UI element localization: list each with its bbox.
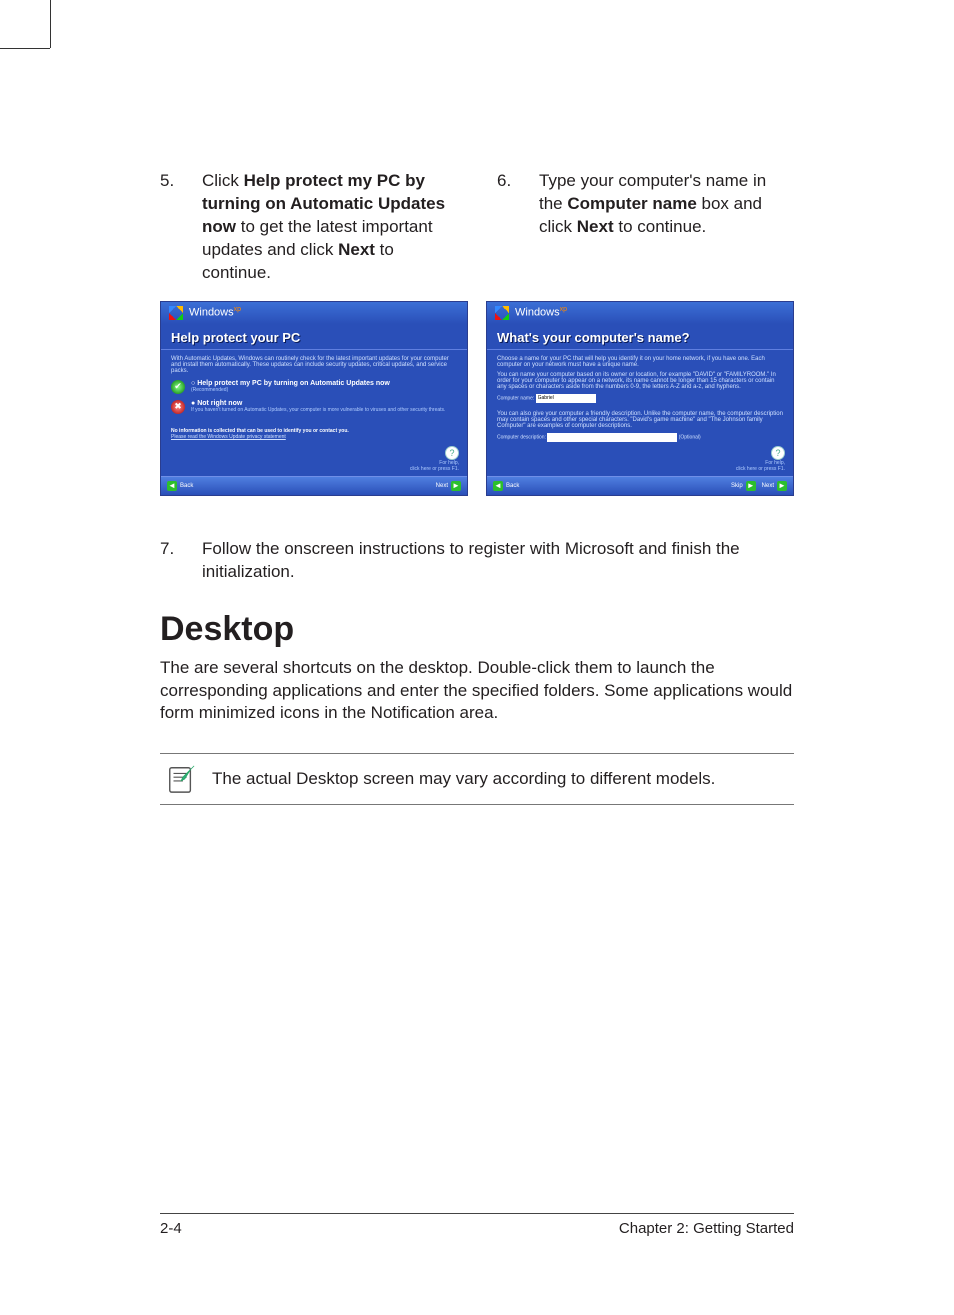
next-button[interactable]: Next► <box>436 481 461 491</box>
help-hint[interactable]: ? For help, click here or press F1. <box>410 446 459 472</box>
option-not-now[interactable]: ✖ ● Not right now If you haven't turned … <box>171 400 457 414</box>
step-number: 5. <box>160 170 202 285</box>
shield-x-icon: ✖ <box>171 400 185 414</box>
brand: Windowsxp <box>189 306 241 319</box>
back-button[interactable]: ◄Back <box>167 481 193 491</box>
section-body: The are several shortcuts on the desktop… <box>160 657 794 726</box>
brand: Windowsxp <box>515 306 567 319</box>
bold-text: Computer name <box>567 194 696 213</box>
question-icon: ? <box>445 446 459 460</box>
wizard-footer: ◄Back Skip► Next► <box>487 476 793 495</box>
help-text: click here or press F1. <box>736 466 785 472</box>
step-text: Type your computer's name in the Compute… <box>539 170 794 285</box>
titlebar: Windowsxp <box>161 302 467 324</box>
page-number: 2-4 <box>160 1220 182 1237</box>
screenshot-computer-name: Windowsxp What's your computer's name? C… <box>486 301 794 496</box>
crop-mark-v <box>50 0 51 48</box>
computer-desc-row: Computer description: (Optional) <box>497 433 783 442</box>
arrow-left-icon: ◄ <box>493 481 503 491</box>
text: to get the latest important updates and … <box>202 217 433 259</box>
option-title: ○ Help protect my PC by turning on Autom… <box>191 380 390 387</box>
arrow-right-icon: ► <box>451 481 461 491</box>
text: Click <box>202 171 244 190</box>
page-content: 5. Click Help protect my PC by turning o… <box>0 0 954 805</box>
wizard-heading: What's your computer's name? <box>487 324 793 350</box>
bold-text: Next <box>577 217 614 236</box>
next-button[interactable]: Next► <box>762 481 787 491</box>
titlebar: Windowsxp <box>487 302 793 324</box>
wizard-footer: ◄Back Next► <box>161 476 467 495</box>
computer-name-input[interactable] <box>536 394 596 403</box>
step-text: Click Help protect my PC by turning on A… <box>202 170 457 285</box>
page-footer: 2-4 Chapter 2: Getting Started <box>160 1213 794 1237</box>
paragraph: You can name your computer based on its … <box>497 372 783 390</box>
step-text: Follow the onscreen instructions to regi… <box>202 538 794 584</box>
option-protect-now[interactable]: ✔ ○ Help protect my PC by turning on Aut… <box>171 380 457 394</box>
wizard-body: Choose a name for your PC that will help… <box>487 350 793 476</box>
step-number: 7. <box>160 538 202 584</box>
computer-name-row: Computer name: <box>497 394 783 403</box>
option-sub: (Recommended) <box>191 387 390 393</box>
note-callout: The actual Desktop screen may vary accor… <box>160 753 794 805</box>
option-title: ● Not right now <box>191 400 445 407</box>
step-6: 6. Type your computer's name in the Comp… <box>497 170 794 285</box>
chapter-label: Chapter 2: Getting Started <box>619 1220 794 1237</box>
note-icon <box>166 764 196 794</box>
question-icon: ? <box>771 446 785 460</box>
label: Computer description: <box>497 434 546 440</box>
paragraph: You can also give your computer a friend… <box>497 411 783 429</box>
optional-label: (Optional) <box>679 434 701 440</box>
note-text: The actual Desktop screen may vary accor… <box>212 769 715 789</box>
skip-button[interactable]: Skip► <box>731 481 756 491</box>
step-5: 5. Click Help protect my PC by turning o… <box>160 170 457 285</box>
screenshot-help-protect: Windowsxp Help protect your PC With Auto… <box>160 301 468 496</box>
privacy-link[interactable]: Please read the Windows Update privacy s… <box>171 434 457 440</box>
wizard-heading: Help protect your PC <box>161 324 467 350</box>
shield-check-icon: ✔ <box>171 380 185 394</box>
option-sub: If you haven't turned on Automatic Updat… <box>191 407 445 413</box>
step-7: 7. Follow the onscreen instructions to r… <box>160 538 794 584</box>
steps-5-6-row: 5. Click Help protect my PC by turning o… <box>160 170 794 285</box>
help-hint[interactable]: ? For help, click here or press F1. <box>736 446 785 472</box>
step-number: 6. <box>497 170 539 285</box>
paragraph: Choose a name for your PC that will help… <box>497 356 783 368</box>
intro-paragraph: With Automatic Updates, Windows can rout… <box>171 356 457 374</box>
windows-flag-icon <box>495 306 509 320</box>
screenshots-row: Windowsxp Help protect your PC With Auto… <box>160 301 794 496</box>
windows-flag-icon <box>169 306 183 320</box>
arrow-right-icon: ► <box>777 481 787 491</box>
help-text: click here or press F1. <box>410 466 459 472</box>
back-button[interactable]: ◄Back <box>493 481 519 491</box>
crop-mark-h <box>0 48 50 49</box>
computer-desc-input[interactable] <box>547 433 677 442</box>
section-heading-desktop: Desktop <box>160 610 794 649</box>
label: Computer name: <box>497 395 534 401</box>
arrow-right-icon: ► <box>746 481 756 491</box>
wizard-body: With Automatic Updates, Windows can rout… <box>161 350 467 476</box>
text: to continue. <box>614 217 707 236</box>
bold-text: Next <box>338 240 375 259</box>
arrow-left-icon: ◄ <box>167 481 177 491</box>
